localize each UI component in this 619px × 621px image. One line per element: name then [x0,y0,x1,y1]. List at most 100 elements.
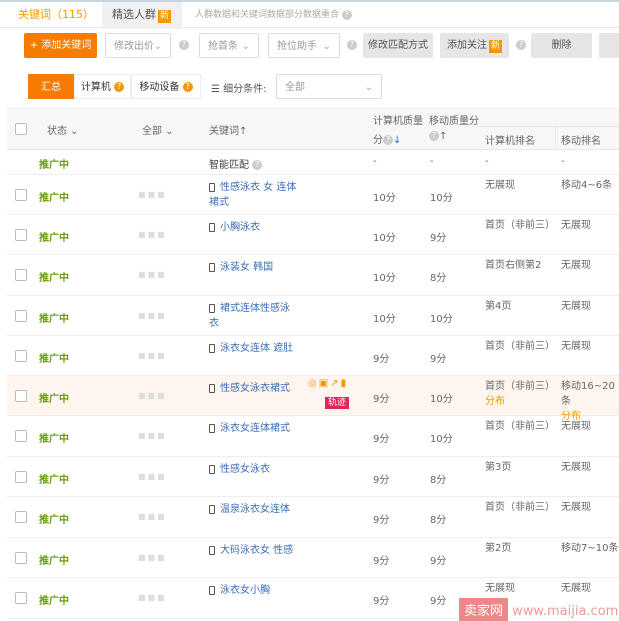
table-row: 推广中 ■■■ 大码泳衣女 性感 9分 9分 第2页 移动7~10条 [7,538,619,578]
add-follow-button[interactable]: 添加关注新 [440,33,509,58]
mobile-quality-sort[interactable]: ? ↑ [429,131,447,142]
add-keyword-button[interactable]: + 添加关键词 [24,33,97,58]
segment-summary[interactable]: 汇总 [28,74,74,99]
status-text: 推广中 [39,160,69,171]
row-checkbox[interactable] [15,229,27,241]
row-checkbox[interactable] [15,269,27,281]
mobile-rank-header: 移动排名 [561,136,601,147]
mobile-quality: 9分 [430,556,447,567]
placeholder-dots: ■■■ [138,351,167,360]
mobile-quality: 8分 [430,475,447,486]
keyword-link[interactable]: 泳装女 韩国 [209,260,299,275]
pc-rank-header: 计算机排名 [485,136,535,147]
status-text: 推广中 [39,596,69,607]
placeholder-dots: ■■■ [138,270,167,279]
pc-rank: 第2页 [485,543,512,554]
table-row: 推广中 ■■■ 性感泳衣 女 连体 裙式 10分 10分 无展现 移动4~6条 [7,175,619,215]
row-checkbox[interactable] [15,552,27,564]
keyword-link[interactable]: 温泉泳衣女连体 [209,502,299,517]
row-checkbox[interactable] [15,511,27,523]
mobile-quality: 10分 [430,394,453,405]
rank-helper-dropdown[interactable]: 抢位助手 ⌄ [268,33,340,58]
status-text: 推广中 [39,314,69,325]
pc-quality: 10分 [373,314,396,325]
pc-quality: 9分 [373,556,390,567]
table-row: 推广中 ■■■ 泳衣女连体裙式 9分 10分 首页（非前三） 无展现 [7,416,619,457]
pc-quality-header[interactable]: 计算机质量 [373,112,423,127]
row-checkbox[interactable] [15,350,27,362]
mobile-quality-header[interactable]: 移动质量分 [429,112,479,127]
pc-quality: 10分 [373,193,396,204]
row-checkbox[interactable] [15,390,27,402]
keyword-link[interactable]: 性感女泳衣裙式 [209,381,299,396]
status-text: 推广中 [39,556,69,567]
placeholder-dots: ■■■ [138,391,167,400]
status-text: 推广中 [39,233,69,244]
more-button[interactable] [599,33,619,58]
tab-keywords[interactable]: 关键词（115） [18,2,94,29]
pc-quality: 9分 [373,434,390,445]
help-icon[interactable]: ? [341,9,352,20]
all-filter[interactable]: 全部 ⌄ [142,122,174,137]
grab-first-dropdown[interactable]: 抢首条 ⌄ [199,33,259,58]
table-row: 推广中 ■■■ 性感女泳衣 9分 8分 第3页 无展现 [7,457,619,497]
keyword-link[interactable]: 小胸泳衣 [209,220,299,235]
keyword-link[interactable]: 泳衣女小胸 [209,583,299,598]
copy-icon: ▣ [318,378,331,389]
mobile-icon [209,585,215,595]
pc-quality: 9分 [373,475,390,486]
status-filter[interactable]: 状态 ⌄ [47,122,79,137]
keyword-link[interactable]: 裙式连体性感泳衣 [209,301,299,331]
mobile-rank: 无展现 [561,502,591,513]
table-row: 推广中 ■■■ 小胸泳衣 10分 9分 首页（非前三） 无展现 [7,215,619,255]
pc-quality-sort[interactable]: 分? ↓ [373,131,401,146]
status-text: 推广中 [39,515,69,526]
row-action-icons[interactable]: ◎▣↗▮ [308,378,348,389]
modify-match-button[interactable]: 修改匹配方式 [363,33,433,58]
table-row: 推广中 ■■■ 泳衣女连体 遮肚 9分 9分 首页（非前三） 无展现 [7,336,619,376]
keyword-link[interactable]: 泳衣女连体 遮肚 [209,341,299,356]
mobile-rank: 无展现 [561,421,591,432]
delete-button[interactable]: 删除 [531,33,592,58]
row-checkbox[interactable] [15,471,27,483]
segment-mobile[interactable]: 移动设备 ? [131,74,201,99]
help-icon[interactable]: ? [516,40,526,50]
tab-note: 人群数据和关键词数据部分数据重合 ? [195,2,352,29]
keyword-link[interactable]: 性感女泳衣 [209,462,299,477]
distribution-link[interactable]: 分布 [485,396,505,407]
mobile-icon [209,343,215,353]
pc-rank: 无展现 [485,583,515,594]
status-text: 推广中 [39,354,69,365]
modify-bid-dropdown[interactable]: 修改出价 ⌄ [105,33,171,58]
segment-pc[interactable]: 计算机 ? [74,74,131,99]
mobile-icon [209,423,215,433]
help-icon[interactable]: ? [347,40,357,50]
row-checkbox[interactable] [15,310,27,322]
help-icon[interactable]: ? [179,40,189,50]
placeholder-dots: ■■■ [138,431,167,440]
row-checkbox[interactable] [15,592,27,604]
mobile-icon [209,545,215,555]
keyword-link[interactable]: 性感泳衣 女 连体 裙式 [209,180,299,210]
mobile-icon [209,222,215,232]
placeholder-dots: ■■■ [138,311,167,320]
filter-dropdown[interactable]: 全部 ⌄ [276,74,382,99]
select-all-checkbox[interactable] [15,123,27,135]
pc-rank: 首页（非前三） 分布 [485,381,555,407]
keyword-link[interactable]: 大码泳衣女 性感 [209,543,299,558]
pc-rank: 首页右侧第2 [485,260,542,271]
mobile-rank: 无展现 [561,260,591,271]
new-badge: 新 [488,40,502,53]
row-checkbox[interactable] [15,430,27,442]
mobile-icon [209,303,215,313]
pc-rank: 无展现 [485,180,515,191]
keyword-sort[interactable]: 关键词↑ [209,122,247,137]
mobile-icon [209,182,215,192]
placeholder-dots: ■■■ [138,190,167,199]
keyword-link[interactable]: 泳衣女连体裙式 [209,421,299,436]
tab-audience[interactable]: 精选人群新 [102,2,182,29]
track-badge[interactable]: 轨迹 [325,397,350,409]
row-checkbox[interactable] [15,189,27,201]
mobile-icon [209,464,215,474]
mobile-quality: 10分 [430,434,453,445]
